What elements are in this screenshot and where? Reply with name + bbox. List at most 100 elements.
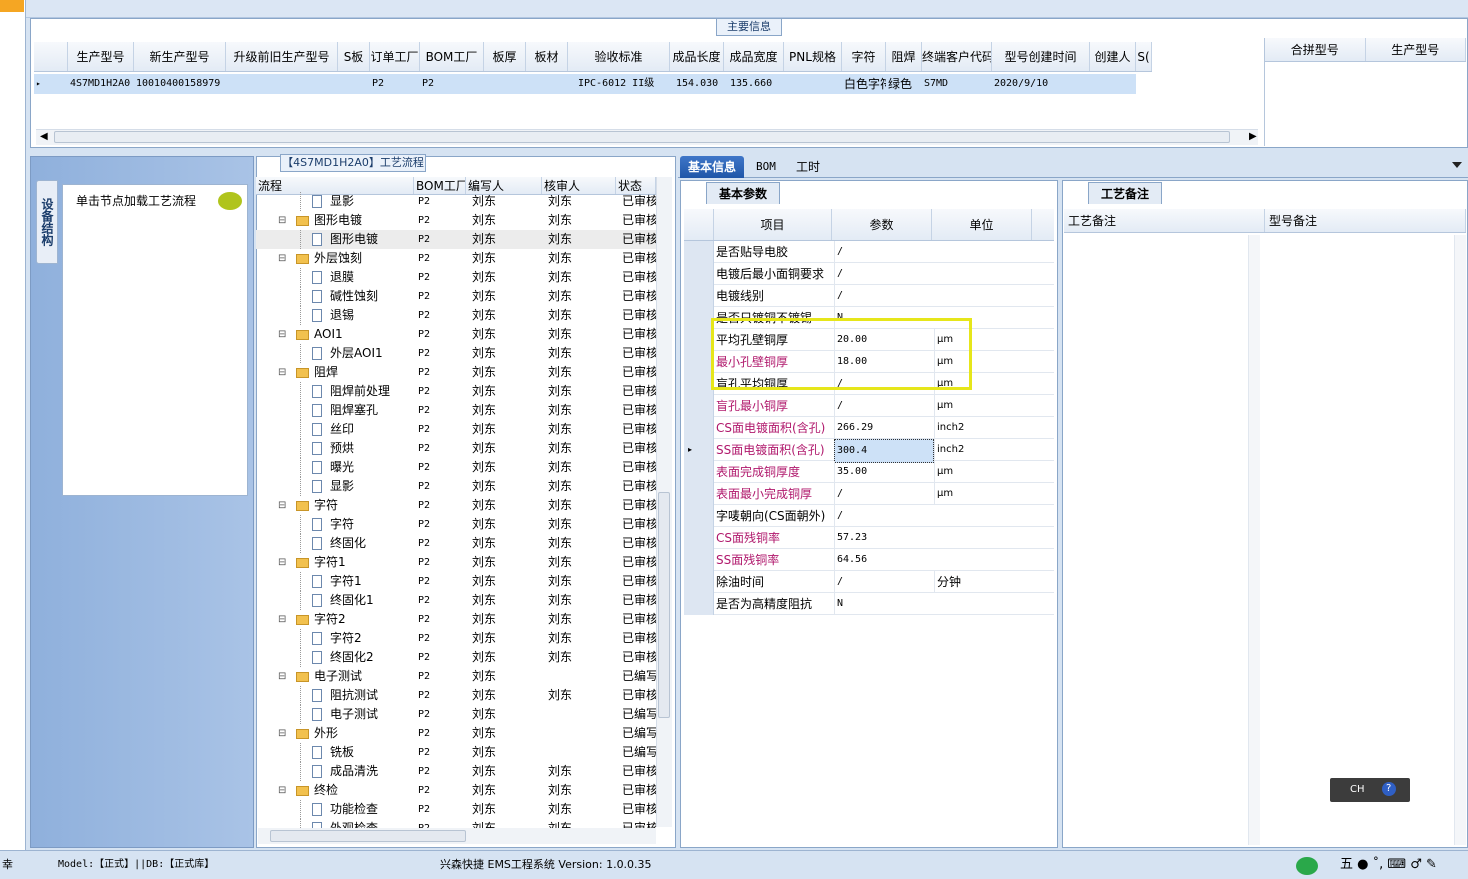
param-value[interactable]: 35.00 [834, 461, 934, 483]
tree-row[interactable]: ⊟ 终检 P2 刘东 刘东 已审核 [256, 781, 656, 800]
sogou-icon[interactable] [1296, 857, 1318, 875]
tree-row[interactable]: 预烘 P2 刘东 刘东 已审核 [256, 439, 656, 458]
tree-row[interactable]: 终固化1 P2 刘东 刘东 已审核 [256, 591, 656, 610]
column-header[interactable]: PNL规格 [784, 42, 842, 71]
column-header[interactable]: 终端客户代码 [922, 42, 992, 71]
expand-toggle-icon[interactable]: ⊟ [278, 781, 286, 800]
column-header[interactable]: 字符 [842, 42, 886, 71]
param-row[interactable]: 是否贴导电胶 / [684, 241, 1054, 263]
tree-row[interactable]: 图形电镀 P2 刘东 刘东 已审核 [256, 230, 656, 249]
column-header[interactable]: 创建人 [1090, 42, 1136, 71]
column-header[interactable]: 阻焊 [886, 42, 922, 71]
tree-row[interactable]: 字符 P2 刘东 刘东 已审核 [256, 515, 656, 534]
tree-row[interactable]: 铣板 P2 刘东 已编写 [256, 743, 656, 762]
main-grid-hscroll-thumb[interactable] [54, 131, 1230, 143]
tree-row[interactable]: 曝光 P2 刘东 刘东 已审核 [256, 458, 656, 477]
tree-row[interactable]: ⊟ 外层蚀刻 P2 刘东 刘东 已审核 [256, 249, 656, 268]
param-row[interactable]: 电镀后最小面铜要求 / [684, 263, 1054, 285]
tab-basic-params[interactable]: 基本参数 [706, 182, 780, 204]
tree-row[interactable]: ⊟ 字符1 P2 刘东 刘东 已审核 [256, 553, 656, 572]
tab-process-notes[interactable]: 工艺备注 [1088, 182, 1162, 204]
tree-row[interactable]: 成品清洗 P2 刘东 刘东 已审核 [256, 762, 656, 781]
column-header[interactable]: BOM工厂 [420, 42, 484, 71]
tree-row[interactable]: 显影 P2 刘东 刘东 已审核 [256, 192, 656, 211]
tree-row[interactable]: 阻焊前处理 P2 刘东 刘东 已审核 [256, 382, 656, 401]
tree-row[interactable]: 电子测试 P2 刘东 已编写 [256, 705, 656, 724]
expand-toggle-icon[interactable]: ⊟ [278, 610, 286, 629]
param-row[interactable]: 是否为高精度阻抗 N [684, 593, 1054, 615]
notes-column-header[interactable]: 工艺备注 [1064, 209, 1265, 232]
tree-row[interactable]: 字符1 P2 刘东 刘东 已审核 [256, 572, 656, 591]
expand-toggle-icon[interactable]: ⊟ [278, 363, 286, 382]
tree-row[interactable]: 功能检查 P2 刘东 刘东 已审核 [256, 800, 656, 819]
param-value[interactable]: / [834, 505, 934, 527]
tree-row[interactable]: ⊟ AOI1 P2 刘东 刘东 已审核 [256, 325, 656, 344]
tree-row[interactable]: 碱性蚀刻 P2 刘东 刘东 已审核 [256, 287, 656, 306]
tab-work-hours[interactable]: 工时 [788, 156, 828, 178]
tree-row[interactable]: ⊟ 字符 P2 刘东 刘东 已审核 [256, 496, 656, 515]
tree-row[interactable]: 阻焊塞孔 P2 刘东 刘东 已审核 [256, 401, 656, 420]
tree-row[interactable]: 退锡 P2 刘东 刘东 已审核 [256, 306, 656, 325]
tabs-dropdown-icon[interactable] [1452, 162, 1462, 168]
notes-column-header[interactable]: 型号备注 [1265, 209, 1466, 232]
param-value[interactable]: / [834, 395, 934, 417]
param-row[interactable]: SS面残铜率 64.56 [684, 549, 1054, 571]
column-header[interactable]: 生产型号 [68, 42, 134, 71]
param-row[interactable]: 电镀线别 / [684, 285, 1054, 307]
param-value[interactable]: / [834, 241, 934, 263]
tab-bom[interactable]: BOM [748, 156, 784, 178]
help-icon[interactable]: ? [1381, 782, 1396, 796]
param-value[interactable]: 300.4 [834, 439, 934, 463]
param-value[interactable]: / [834, 263, 934, 285]
param-row[interactable]: 字唛朝向(CS面朝外) / [684, 505, 1054, 527]
expand-toggle-icon[interactable]: ⊟ [278, 724, 286, 743]
tree-row[interactable]: ⊟ 字符2 P2 刘东 刘东 已审核 [256, 610, 656, 629]
tree-row[interactable]: 显影 P2 刘东 刘东 已审核 [256, 477, 656, 496]
tree-row[interactable]: 终固化2 P2 刘东 刘东 已审核 [256, 648, 656, 667]
ime-tray-icon[interactable]: 五 ● ˚, ⌨ ♂ ✎ [1340, 851, 1437, 879]
tree-row[interactable]: ⊟ 外形 P2 刘东 已编写 [256, 724, 656, 743]
param-row[interactable]: 表面最小完成铜厚 / μm [684, 483, 1054, 505]
tree-hscroll-thumb[interactable] [270, 830, 466, 842]
tree-row[interactable]: 外层AOI1 P2 刘东 刘东 已审核 [256, 344, 656, 363]
tree-vscroll-thumb[interactable] [658, 492, 670, 718]
scroll-left-arrow-icon[interactable]: ◀ [40, 131, 48, 142]
tree-row[interactable]: 退膜 P2 刘东 刘东 已审核 [256, 268, 656, 287]
tree-row[interactable]: 字符2 P2 刘东 刘东 已审核 [256, 629, 656, 648]
param-value[interactable]: / [834, 571, 934, 593]
param-value[interactable]: N [834, 593, 934, 615]
column-header[interactable]: 成品宽度 [724, 42, 784, 71]
param-row[interactable]: 除油时间 / 分钟 [684, 571, 1054, 593]
tree-row[interactable]: 阻抗测试 P2 刘东 刘东 已审核 [256, 686, 656, 705]
tab-basic-info[interactable]: 基本信息 [680, 156, 745, 178]
notes-vscroll[interactable] [1248, 235, 1260, 845]
model-notes-vscroll[interactable] [1454, 235, 1466, 845]
column-header[interactable]: 板材 [526, 42, 568, 71]
expand-toggle-icon[interactable]: ⊟ [278, 667, 286, 686]
merge-column-header[interactable]: 生产型号 [1366, 38, 1466, 61]
param-row[interactable]: 表面完成铜厚度 35.00 μm [684, 461, 1054, 483]
param-row[interactable]: CS面残铜率 57.23 [684, 527, 1054, 549]
param-column-header[interactable]: 单位 [932, 209, 1032, 240]
splitter[interactable] [30, 148, 1468, 156]
expand-toggle-icon[interactable]: ⊟ [278, 211, 286, 230]
column-header[interactable]: 订单工厂 [370, 42, 420, 71]
column-header[interactable]: 型号创建时间 [992, 42, 1090, 71]
expand-toggle-icon[interactable]: ⊟ [278, 553, 286, 572]
param-value[interactable]: / [834, 483, 934, 505]
expand-toggle-icon[interactable]: ⊟ [278, 496, 286, 515]
column-header[interactable]: 升级前旧生产型号 [226, 42, 338, 71]
expand-toggle-icon[interactable]: ⊟ [278, 249, 286, 268]
merge-column-header[interactable]: 合拼型号 [1265, 38, 1366, 61]
tree-row[interactable]: ⊟ 图形电镀 P2 刘东 刘东 已审核 [256, 211, 656, 230]
param-value[interactable]: 266.29 [834, 417, 934, 439]
param-row[interactable]: CS面电镀面积(含孔) 266.29 inch2 [684, 417, 1054, 439]
param-row[interactable]: 盲孔最小铜厚 / μm [684, 395, 1054, 417]
tree-row[interactable]: 丝印 P2 刘东 刘东 已审核 [256, 420, 656, 439]
column-header[interactable]: S( [1136, 42, 1152, 71]
column-header[interactable]: 新生产型号 [134, 42, 226, 71]
param-value[interactable]: 64.56 [834, 549, 934, 571]
tree-row[interactable]: ⊟ 电子测试 P2 刘东 已编写 [256, 667, 656, 686]
param-column-header[interactable]: 项目 [714, 209, 832, 240]
param-value[interactable]: / [834, 285, 934, 307]
